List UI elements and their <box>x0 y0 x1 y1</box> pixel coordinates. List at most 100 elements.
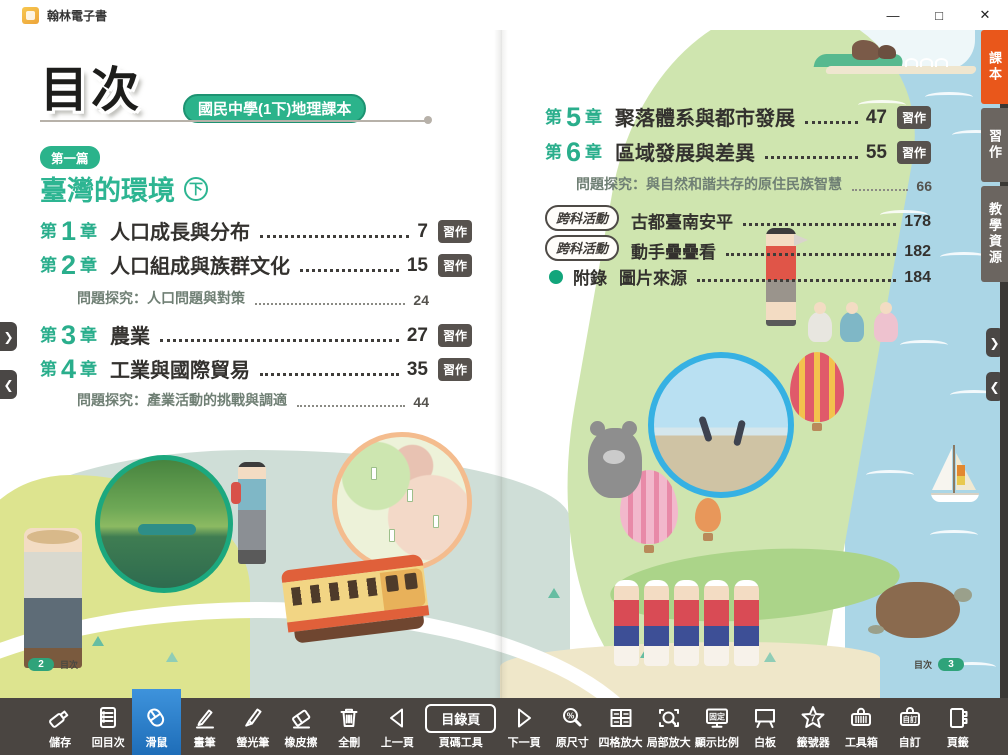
dot-leader <box>805 121 858 124</box>
tab-label: 課本 <box>985 51 1004 83</box>
area-zoom-button[interactable]: 局部放大 <box>645 698 693 755</box>
nav-next-right-button[interactable]: ❯ <box>986 328 1000 357</box>
back-to-toc-button[interactable]: 回目次 <box>84 698 132 755</box>
window-controls: — □ ✕ <box>870 0 1008 30</box>
minimize-button[interactable]: — <box>870 0 916 30</box>
custom-button[interactable]: 自訂 自訂 <box>886 698 934 755</box>
pen-tool-button[interactable]: 畫筆 <box>181 698 229 755</box>
wave-mark <box>930 530 978 540</box>
mouse-tool-button[interactable]: 滑鼠 <box>132 689 180 755</box>
tab-teaching-resources[interactable]: 教學資源 <box>981 186 1008 282</box>
display-scale-icon: 固定 <box>702 703 732 733</box>
next-page-button[interactable]: 下一頁 <box>500 698 548 755</box>
eraser-tool-button[interactable]: 橡皮擦 <box>277 698 325 755</box>
toc-page-button[interactable]: 目錄頁 <box>425 704 496 733</box>
train-front-window <box>404 572 418 589</box>
page-title: 目次 <box>40 50 142 120</box>
sitter <box>874 312 898 342</box>
toc-row-chapter-4[interactable]: 第 4 章 工業與國際貿易 35 習作 <box>40 354 472 383</box>
rock-illustration <box>878 45 896 59</box>
toc-row-chapter-5[interactable]: 第 5 章 聚落體系與都市發展 47 習作 <box>545 102 931 131</box>
app-icon <box>22 7 39 24</box>
workbook-badge[interactable]: 習作 <box>897 106 931 129</box>
page-number-button-icon: 目錄頁 <box>425 703 496 733</box>
highlighter-tool-button[interactable]: 螢光筆 <box>229 698 277 755</box>
workbook-badge[interactable]: 習作 <box>438 324 472 347</box>
tree-mark <box>92 636 104 646</box>
chapter-unit: 章 <box>80 251 97 279</box>
page-tabs-button[interactable]: 頁籤 <box>934 698 982 755</box>
activity-title: 動手疊疊看 <box>631 238 716 263</box>
nav-prev-left-button[interactable]: ❮ <box>0 370 17 399</box>
close-button[interactable]: ✕ <box>962 0 1008 30</box>
save-button[interactable]: 儲存 <box>36 698 84 755</box>
person-mark <box>698 416 713 443</box>
page-number: 15 <box>407 255 428 279</box>
sail-mast <box>953 445 955 493</box>
nav-prev-right-button[interactable]: ❮ <box>986 372 1000 401</box>
maximize-button[interactable]: □ <box>916 0 962 30</box>
appendix-title: 圖片來源 <box>619 264 687 289</box>
number-picker-button[interactable]: 7 籤號器 <box>789 698 837 755</box>
dot-leader <box>743 223 896 226</box>
page-number: 178 <box>904 213 931 233</box>
map-sign <box>407 489 413 502</box>
toc-row-appendix[interactable]: 附錄 圖片來源 184 <box>545 264 931 289</box>
dot-leader <box>765 156 858 159</box>
workbook-badge[interactable]: 習作 <box>438 358 472 381</box>
chapter-prefix: 第 <box>40 251 57 279</box>
toc-row-inquiry[interactable]: 問題探究：與自然和諧共存的原住民族智慧 66 <box>576 174 932 196</box>
workbook-badge[interactable]: 習作 <box>897 141 931 164</box>
chapter-number: 4 <box>61 356 76 383</box>
page-number: 55 <box>866 142 887 166</box>
whiteboard-button[interactable]: 白板 <box>741 698 789 755</box>
tab-textbook[interactable]: 課本 <box>981 30 1008 104</box>
workbook-badge[interactable]: 習作 <box>438 254 472 277</box>
sitter <box>808 312 832 342</box>
delete-all-button[interactable]: 全刪 <box>325 698 373 755</box>
chapter-unit: 章 <box>80 321 97 349</box>
wave-mark <box>866 470 914 480</box>
tab-label: 教學資源 <box>985 202 1004 266</box>
chapter-unit: 章 <box>585 138 602 166</box>
toc-row-activity-1[interactable]: 跨科活動 古都臺南安平 178 <box>545 205 931 233</box>
workbook-badge[interactable]: 習作 <box>438 220 472 243</box>
toc-row-chapter-3[interactable]: 第 3 章 農業 27 習作 <box>40 320 472 349</box>
app-window: 翰林電子書 — □ ✕ <box>0 0 1008 755</box>
display-scale-button[interactable]: 固定 顯示比例 <box>693 698 741 755</box>
toc-row-activity-2[interactable]: 跨科活動 動手疊疊看 182 <box>545 235 931 263</box>
tab-workbook[interactable]: 習作 <box>981 108 1008 182</box>
toc-row-chapter-6[interactable]: 第 6 章 區域發展與差異 55 習作 <box>545 137 931 166</box>
svg-text:%: % <box>567 711 575 721</box>
book-spread: 目次 國民中學(1下)地理課本 第一篇 臺灣的環境 下 第 1 章 人口成長與分… <box>0 30 1000 698</box>
toolbox-button[interactable]: 工具箱 <box>837 698 885 755</box>
volume-mark: 下 <box>184 177 208 201</box>
page-number: 182 <box>904 243 931 263</box>
activity-title: 古都臺南安平 <box>631 208 733 233</box>
quad-zoom-button[interactable]: 四格放大 <box>596 698 644 755</box>
map-sign <box>371 467 377 480</box>
chapter-unit: 章 <box>80 217 97 245</box>
tree-mark <box>166 652 178 662</box>
toc-row-inquiry[interactable]: 問題探究：產業活動的挑戰與調適 44 <box>77 390 429 412</box>
page-number: 184 <box>904 269 931 289</box>
chevron-left-icon: ❮ <box>3 378 13 392</box>
whiteboard-icon <box>750 703 780 733</box>
tree-mark <box>764 652 776 662</box>
toc-row-inquiry[interactable]: 問題探究：人口問題與對策 24 <box>77 288 429 310</box>
footer-label: 目次 <box>914 658 932 671</box>
toc-row-chapter-2[interactable]: 第 2 章 人口組成與族群文化 15 習作 <box>40 250 472 279</box>
map-sign <box>389 529 395 542</box>
page-number-tool-button[interactable]: 目錄頁 頁碼工具 <box>422 698 501 755</box>
sail-patch <box>957 465 965 476</box>
shore-illustration <box>825 66 977 74</box>
chapter-title: 人口組成與族群文化 <box>110 250 290 279</box>
nav-next-left-button[interactable]: ❯ <box>0 322 17 351</box>
edition-badge: 國民中學(1下)地理課本 <box>183 94 366 123</box>
prev-page-button[interactable]: 上一頁 <box>373 698 421 755</box>
chapter-title: 區域發展與差異 <box>615 137 755 166</box>
toc-row-chapter-1[interactable]: 第 1 章 人口成長與分布 7 習作 <box>40 216 472 245</box>
train-front <box>380 568 426 611</box>
original-size-button[interactable]: % 原尺寸 <box>548 698 596 755</box>
chapter-title: 人口成長與分布 <box>110 216 250 245</box>
